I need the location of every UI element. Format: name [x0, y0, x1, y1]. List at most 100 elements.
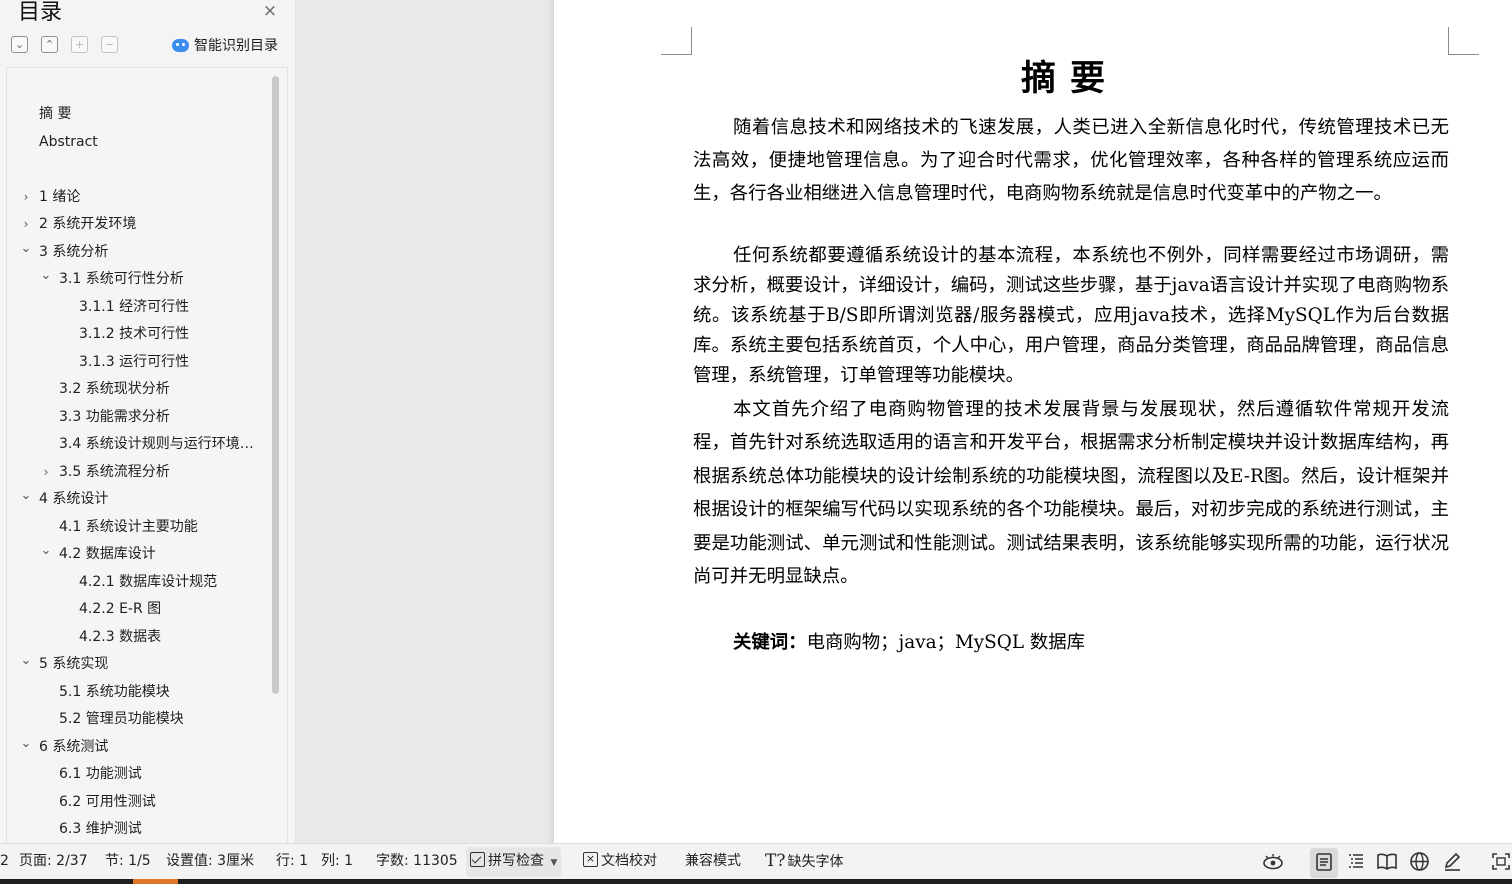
status-row[interactable]: 行: 1 [276, 844, 308, 880]
toc-item-label: 5 系统实现 [39, 656, 109, 672]
toc-item-label: 6.1 功能测试 [59, 766, 142, 782]
sidebar-title: 目录 [18, 0, 63, 25]
fullscreen-icon[interactable] [1490, 851, 1512, 875]
compat-mode-button[interactable]: 兼容模式 [685, 844, 741, 880]
margin-corner-right [1448, 27, 1479, 55]
toc-item[interactable]: 摘 要 [7, 102, 269, 126]
smart-ai-icon [172, 38, 189, 52]
toc-item[interactable]: 4.2.1 数据库设计规范 [7, 570, 269, 594]
toc-item[interactable]: › 1 绪论 [7, 185, 269, 209]
toc-item-label: 4.2.3 数据表 [79, 629, 162, 645]
chevron-down-icon[interactable]: ⌄ [19, 487, 33, 511]
toc-item[interactable]: 3.4 系统设计规则与运行环境说明 [7, 432, 269, 456]
toc-item-label: 3.1 系统可行性分析 [59, 271, 184, 287]
toc-item[interactable]: ⌄ 3 系统分析 [7, 240, 269, 264]
toc-item[interactable]: ⌄ 4 系统设计 [7, 487, 269, 511]
toc-item[interactable]: › 2 系统开发环境 [7, 212, 269, 236]
toc-item-label: 4.2.1 数据库设计规范 [79, 574, 218, 590]
toc-item[interactable]: 6.2 可用性测试 [7, 790, 269, 814]
toc-item[interactable]: 3.1.2 技术可行性 [7, 322, 269, 346]
collapse-all-icon[interactable]: ⌄ [11, 36, 28, 53]
abstract-heading: 摘要 [1020, 58, 1119, 99]
toc-item[interactable]: 3.2 系统现状分析 [7, 377, 269, 401]
toc-item-label: 3.1.3 运行可行性 [79, 354, 190, 370]
toc-item-label: 4 系统设计 [39, 491, 109, 507]
pen-icon[interactable] [1440, 851, 1464, 875]
toc-item-label: 3.4 系统设计规则与运行环境说明 [59, 436, 257, 452]
page-view-icon[interactable] [1310, 848, 1338, 878]
toc-item[interactable]: 3.1.1 经济可行性 [7, 295, 269, 319]
toc-item[interactable]: Abstract [7, 130, 269, 154]
status-col[interactable]: 列: 1 [321, 844, 353, 880]
chevron-right-icon[interactable]: › [19, 185, 33, 209]
toc-item-label: 3 系统分析 [39, 244, 109, 260]
toc-item-label: 2 系统开发环境 [39, 216, 137, 232]
toc-item[interactable]: 5.1 系统功能模块 [7, 680, 269, 704]
doc-proof-button[interactable]: × 文档校对 [583, 844, 657, 880]
toc-item[interactable]: › 3.5 系统流程分析 [7, 460, 269, 484]
toc-item-label: 3.1.1 经济可行性 [79, 299, 190, 315]
chevron-down-icon[interactable]: ⌄ [19, 735, 33, 759]
reading-view-icon[interactable] [1375, 851, 1399, 875]
chevron-down-icon: ▼ [550, 858, 558, 868]
toc-item-label: Abstract [39, 134, 98, 150]
status-section[interactable]: 节: 1/5 [105, 844, 151, 880]
toc-item[interactable]: ⌄ 4.2 数据库设计 [7, 542, 269, 566]
close-icon[interactable]: × [260, 2, 280, 22]
smart-toc-button[interactable]: 智能识别目录 [172, 35, 278, 55]
abstract-paragraph: 本文首先介绍了电商购物管理的技术发展背景与发展现状，然后遵循软件常规开发流程，首… [693, 399, 1449, 588]
toc-item[interactable]: 6.3 维护测试 [7, 817, 269, 841]
toc-item[interactable]: ⌄ 3.1 系统可行性分析 [7, 267, 269, 291]
status-edge-digit: 2 [0, 853, 9, 869]
chevron-down-icon[interactable]: ⌄ [39, 542, 53, 566]
toc-item-label: 6.3 维护测试 [59, 821, 142, 837]
toc-item-label: 4.2.2 E-R 图 [79, 601, 162, 617]
spell-check-button[interactable]: 拼写检查 ▼ [466, 847, 562, 877]
smart-toc-label: 智能识别目录 [194, 38, 278, 54]
status-bar: 2 页面: 2/37 节: 1/5 设置值: 3厘米 行: 1 列: 1 字数:… [0, 843, 1512, 879]
add-level-icon[interactable]: + [71, 36, 88, 53]
toc-item-label: 6 系统测试 [39, 739, 109, 755]
toc-item[interactable]: 4.2.2 E-R 图 [7, 597, 269, 621]
chevron-right-icon[interactable]: › [39, 460, 53, 484]
toc-item-label: 5.2 管理员功能模块 [59, 711, 184, 727]
toc-item-label: 3.5 系统流程分析 [59, 464, 170, 480]
expand-all-icon[interactable]: ⌃ [41, 36, 58, 53]
status-word-count[interactable]: 字数: 11305 [376, 844, 458, 880]
toc-scrollbar[interactable] [272, 76, 279, 694]
web-view-icon[interactable] [1407, 851, 1431, 875]
toc-item-label: 3.3 功能需求分析 [59, 409, 170, 425]
toc-item[interactable]: 5.2 管理员功能模块 [7, 707, 269, 731]
toc-sidebar: 目录 × ⌄ ⌃ + − 智能识别目录 摘 要 Abstract › 1 绪论 › 2 系… [0, 0, 296, 843]
toc-item[interactable]: 3.1.3 运行可行性 [7, 350, 269, 374]
abstract-paragraph: 随着信息技术和网络技术的飞速发展，人类已进入全新信息化时代，传统管理技术已无法高… [693, 117, 1449, 205]
font-missing-icon: T? [765, 851, 786, 871]
missing-fonts-button[interactable]: T? 缺失字体 [765, 844, 843, 880]
margin-corner-left [661, 27, 692, 55]
toc-item-label: 3.1.2 技术可行性 [79, 326, 190, 342]
toc-item[interactable]: 4.2.3 数据表 [7, 625, 269, 649]
toc-item[interactable]: ⌄ 5 系统实现 [7, 652, 269, 676]
abstract-paragraph: 任何系统都要遵循系统设计的基本流程，本系统也不例外，同样需要经过市场调研，需求分… [693, 245, 1449, 386]
toc-item[interactable]: 6.1 功能测试 [7, 762, 269, 786]
document-page[interactable]: 摘要 随着信息技术和网络技术的飞速发展，人类已进入全新信息化时代，传统管理技术已… [554, 0, 1512, 843]
toc-item-label: 4.2 数据库设计 [59, 546, 156, 562]
toc-item[interactable]: 4.1 系统设计主要功能 [7, 515, 269, 539]
keywords-line: 关键词：电商购物；java；MySQL 数据库 [733, 628, 1085, 658]
chevron-down-icon[interactable]: ⌄ [19, 240, 33, 264]
status-page[interactable]: 页面: 2/37 [19, 844, 88, 880]
toc-item[interactable]: ⌄ 6 系统测试 [7, 735, 269, 759]
chevron-down-icon[interactable]: ⌄ [39, 267, 53, 291]
chevron-down-icon[interactable]: ⌄ [19, 652, 33, 676]
toc-item-label: 4.1 系统设计主要功能 [59, 519, 198, 535]
toc-item[interactable]: 3.3 功能需求分析 [7, 405, 269, 429]
toc-item-label: 1 绪论 [39, 189, 81, 205]
remove-level-icon[interactable]: − [101, 36, 118, 53]
keywords-label: 关键词： [733, 632, 807, 653]
outline-view-icon[interactable] [1344, 851, 1368, 875]
chevron-right-icon[interactable]: › [19, 212, 33, 236]
toc-item-label: 6.2 可用性测试 [59, 794, 156, 810]
document-canvas: 摘要 随着信息技术和网络技术的飞速发展，人类已进入全新信息化时代，传统管理技术已… [296, 0, 1512, 843]
eye-icon[interactable] [1261, 851, 1285, 875]
status-setting[interactable]: 设置值: 3厘米 [166, 844, 254, 880]
